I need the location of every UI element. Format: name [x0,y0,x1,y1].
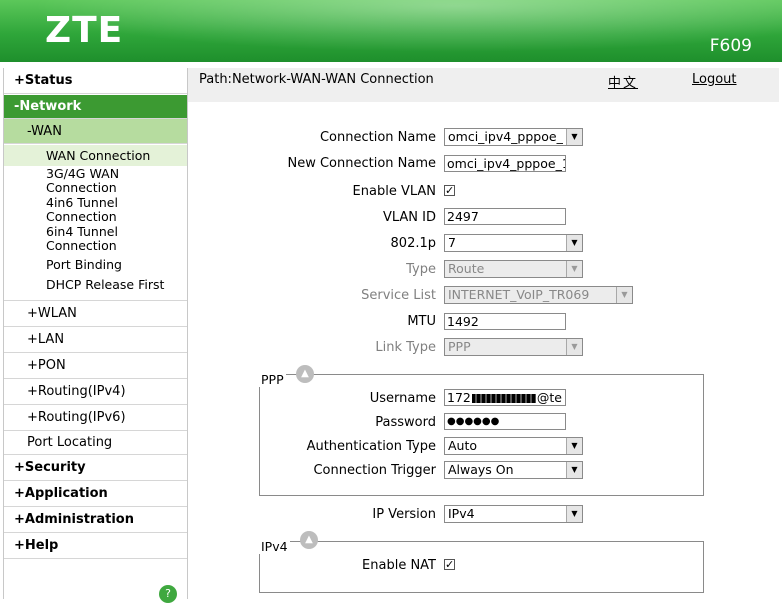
enable-vlan-label: Enable VLAN [352,184,436,199]
sidebar-item-wlan[interactable]: +WLAN [4,301,187,327]
sidebar-item-label: 4in6 Tunnel [46,195,118,210]
device-model: F609 [709,36,752,56]
dropdown-arrow-icon: ▼ [566,462,582,478]
password-input[interactable]: ●●●●●● [444,413,566,430]
connection-name-label: Connection Name [319,130,436,145]
sidebar-item-6in4-tunnel[interactable]: 6in4 Tunnel Connection [4,225,187,255]
sidebar-item-wan[interactable]: -WAN [4,119,187,144]
enable-vlan-checkbox[interactable]: ✓ [444,185,455,196]
sidebar-item-pon[interactable]: +PON [4,353,187,379]
sidebar-item-label: Connection [46,238,117,253]
username-label: Username [369,391,436,406]
sidebar-item-4in6-tunnel[interactable]: 4in6 Tunnel Connection [4,196,187,226]
sidebar-item-dhcp-release-first[interactable]: DHCP Release First [4,275,187,301]
connection-trigger-select[interactable]: Always On ▼ [444,461,583,479]
type-label: Type [406,262,436,277]
auth-type-label: Authentication Type [306,439,436,454]
service-list-label: Service List [361,288,436,303]
dropdown-arrow-icon: ▼ [566,339,582,355]
mtu-label: MTU [407,314,436,329]
type-select: Route ▼ [444,260,583,278]
auth-type-value: Auto [448,438,478,453]
link-type-label: Link Type [375,340,436,355]
dropdown-arrow-icon: ▼ [616,287,632,303]
sidebar-item-label: 3G/4G WAN [46,166,120,181]
type-value: Route [448,261,485,276]
new-connection-name-input[interactable]: omci_ipv4_pppoe_1 [444,155,566,172]
dropdown-arrow-icon: ▼ [566,506,582,522]
sidebar-item-lan[interactable]: +LAN [4,327,187,353]
ipv4-legend: IPv4 [259,539,290,554]
username-suffix: @te [536,390,562,405]
breadcrumb: Path:Network-WAN-WAN Connection [199,72,434,87]
dropdown-arrow-icon: ▼ [566,235,582,251]
ppp-legend: PPP [259,372,286,387]
username-input[interactable]: 172 @te [444,389,566,406]
ip-version-label: IP Version [372,507,436,522]
sidebar-item-3g4g-wan[interactable]: 3G/4G WAN Connection [4,167,187,197]
ip-version-value: IPv4 [448,506,475,521]
redaction-mark [471,394,536,403]
service-list-value: INTERNET_VoIP_TR069 [448,287,590,302]
new-connection-name-label: New Connection Name [287,156,436,171]
connection-trigger-value: Always On [448,462,514,477]
sidebar-item-label: Connection [46,180,117,195]
sidebar-item-network[interactable]: -Network [4,95,187,119]
sidebar-item-security[interactable]: +Security [4,455,187,481]
password-label: Password [375,415,436,430]
ipv4-fieldset [259,541,704,593]
sidebar-item-routing-ipv6[interactable]: +Routing(IPv6) [4,405,187,431]
sidebar-nav: +Status -Network -WAN WAN Connection 3G/… [3,68,188,603]
8021p-label: 802.1p [390,236,436,251]
sidebar-item-administration[interactable]: +Administration [4,507,187,533]
collapse-ipv4-icon[interactable]: ▲ [300,531,318,549]
vlan-id-input[interactable]: 2497 [444,208,566,225]
service-list-select: INTERNET_VoIP_TR069 ▼ [444,286,633,304]
link-type-value: PPP [448,339,471,354]
dropdown-arrow-icon: ▼ [566,438,582,454]
enable-nat-label: Enable NAT [362,558,436,573]
sidebar-item-port-binding[interactable]: Port Binding [4,255,187,275]
path-bar: Path:Network-WAN-WAN Connection 中文 Logou… [188,68,779,102]
sidebar-item-wan-connection[interactable]: WAN Connection [4,145,187,166]
connection-trigger-label: Connection Trigger [313,463,436,478]
ip-version-select[interactable]: IPv4 ▼ [444,505,583,523]
language-link[interactable]: 中文 [608,72,638,91]
sidebar-item-routing-ipv4[interactable]: +Routing(IPv4) [4,379,187,405]
mtu-input[interactable]: 1492 [444,313,566,330]
zte-logo: ZTE [45,10,124,51]
dropdown-arrow-icon: ▼ [566,129,582,145]
sidebar-item-status[interactable]: +Status [4,68,187,94]
logout-link[interactable]: Logout [692,72,737,87]
sidebar-item-application[interactable]: +Application [4,481,187,507]
connection-name-select[interactable]: omci_ipv4_pppoe_ ▼ [444,128,583,146]
link-type-select: PPP ▼ [444,338,583,356]
sidebar-item-port-locating[interactable]: Port Locating [4,431,187,455]
vlan-id-label: VLAN ID [382,210,436,225]
8021p-value: 7 [448,235,456,250]
help-icon[interactable]: ? [159,585,177,603]
connection-name-value: omci_ipv4_pppoe_ [448,129,563,144]
dropdown-arrow-icon: ▼ [566,261,582,277]
enable-nat-checkbox[interactable]: ✓ [444,559,455,570]
collapse-ppp-icon[interactable]: ▲ [296,365,314,383]
sidebar-item-label: Connection [46,209,117,224]
8021p-select[interactable]: 7 ▼ [444,234,583,252]
username-prefix: 172 [447,390,471,405]
auth-type-select[interactable]: Auto ▼ [444,437,583,455]
sidebar-item-help[interactable]: +Help [4,533,187,559]
header-banner: ZTE F609 [0,0,782,62]
sidebar-item-label: 6in4 Tunnel [46,224,118,239]
